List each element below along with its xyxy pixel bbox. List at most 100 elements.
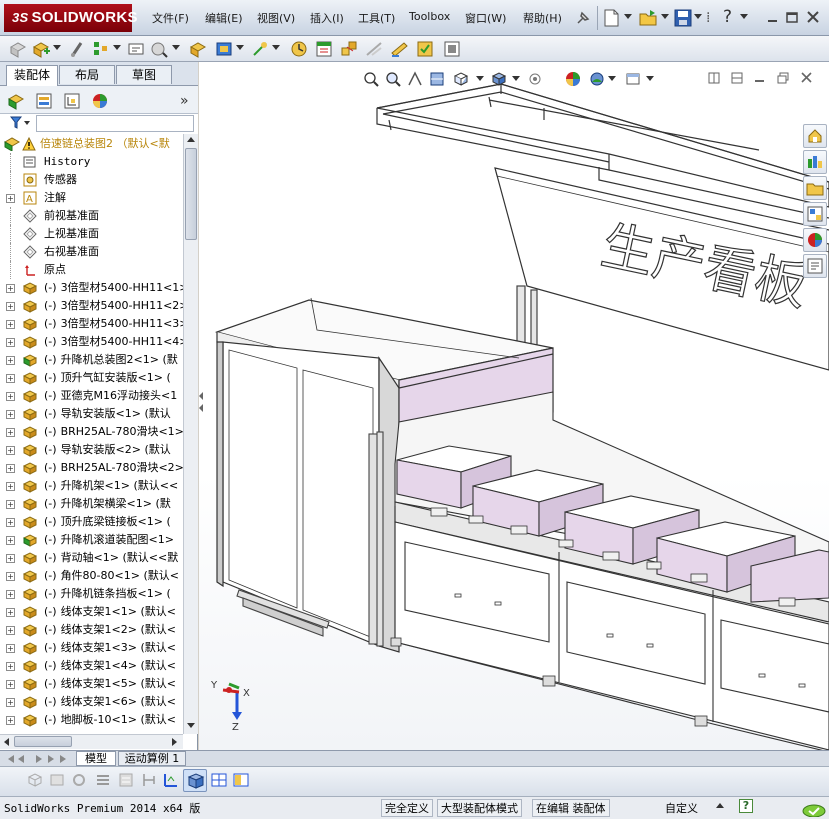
hide-show-items-icon[interactable] [526,70,544,88]
chevron-up-icon[interactable] [716,803,724,809]
doc-restore-icon[interactable] [776,71,790,85]
expand-toggle-icon[interactable]: + [6,320,15,329]
expand-toggle-icon[interactable]: + [6,428,15,437]
hscroll-thumb[interactable] [14,736,72,747]
options-dots-icon[interactable]: ⁞ [706,10,710,26]
tree-root-assembly[interactable]: 倍速链总装图2 （默认<默 [0,135,183,153]
tree-item[interactable]: + (-) 线体支架1<3> (默认< [0,639,183,657]
expand-toggle-icon[interactable]: + [6,500,15,509]
show-hidden-icon[interactable] [188,39,208,59]
shaded-edges-icon[interactable] [94,771,112,789]
new-document-icon[interactable] [601,8,623,28]
apply-scene-icon[interactable] [588,70,606,88]
solidworks-resources-tab[interactable] [803,124,827,148]
instant3d-icon[interactable] [389,39,409,59]
save-icon[interactable] [673,8,693,28]
shaded-icon[interactable] [117,771,135,789]
minimize-icon[interactable] [766,10,780,24]
status-units-dropdown[interactable]: 自定义 [665,800,698,816]
expand-toggle-icon[interactable]: + [6,356,15,365]
restore-icon[interactable] [785,10,799,24]
chevron-down-icon[interactable] [113,45,121,51]
expand-toggle-icon[interactable]: + [6,608,15,617]
wireframe-disabled-icon[interactable] [26,771,44,789]
doc-minimize-icon[interactable] [753,71,767,85]
zoom-to-area-icon[interactable] [384,70,402,88]
scroll-down-arrow-icon[interactable] [187,722,195,730]
chevron-down-icon[interactable] [608,76,616,82]
expand-toggle-icon[interactable]: + [6,374,15,383]
tree-item[interactable]: History [0,153,183,171]
display-manager-icon[interactable] [90,91,110,111]
smart-fasteners-icon[interactable] [126,39,146,59]
expand-toggle-icon[interactable]: + [6,446,15,455]
status-help-icon[interactable]: ? [739,799,753,813]
tree-item[interactable]: + (-) 3倍型材5400-HH11<4> [0,333,183,351]
chevron-down-icon[interactable] [53,45,61,51]
expand-toggle-icon[interactable]: + [6,680,15,689]
expand-panel-chevron[interactable]: » [180,93,189,109]
tab-model[interactable]: 模型 [76,751,116,766]
tree-item[interactable]: 前视基准面 [0,207,183,225]
tree-item[interactable]: + (-) 3倍型材5400-HH11<3> [0,315,183,333]
tree-item[interactable]: 上视基准面 [0,225,183,243]
solidworks-logo[interactable]: 3S SOLIDWORKS [4,4,138,32]
mate-icon[interactable] [67,39,87,59]
close-icon[interactable] [806,10,820,24]
chevron-down-icon[interactable] [272,45,280,51]
display-style-icon[interactable] [490,70,508,88]
tree-item[interactable]: + (-) 升降机滚道装配图<1> [0,531,183,549]
file-explorer-tab[interactable] [803,176,827,200]
chevron-down-icon[interactable] [661,14,669,20]
tree-vertical-scrollbar[interactable] [183,134,198,734]
tree-item[interactable]: + (-) 线体支架1<6> (默认< [0,693,183,711]
tree-item[interactable]: + (-) 顶升底梁链接板<1> ( [0,513,183,531]
tree-item[interactable]: + A 注解 [0,189,183,207]
chevron-down-icon[interactable] [740,14,748,20]
tree-item[interactable]: + (-) 升降机架横梁<1> (默 [0,495,183,513]
single-view-icon[interactable] [210,771,228,789]
doc-close-icon[interactable] [800,71,814,85]
expand-toggle-icon[interactable]: + [6,302,15,311]
expand-toggle-icon[interactable]: + [6,572,15,581]
hidden-lines-removed-icon[interactable] [70,771,88,789]
expand-toggle-icon[interactable]: + [6,644,15,653]
expand-toggle-icon[interactable]: + [6,590,15,599]
chevron-down-icon[interactable] [646,76,654,82]
two-view-icon[interactable] [232,771,250,789]
expand-toggle-icon[interactable]: + [6,194,15,203]
tree-item[interactable]: + (-) 升降机总装图2<1> (默 [0,351,183,369]
exploded-view-icon[interactable] [339,39,359,59]
tree-item[interactable]: + (-) BRH25AL-780滑块<1> [0,423,183,441]
tree-item[interactable]: + (-) 升降机链条挡板<1> ( [0,585,183,603]
zoom-to-fit-icon[interactable] [362,70,380,88]
tree-filter-input[interactable] [36,115,194,132]
tree-item[interactable]: + (-) BRH25AL-780滑块<2> [0,459,183,477]
menu-file[interactable]: 文件(F) [152,10,189,26]
expand-toggle-icon[interactable]: + [6,536,15,545]
tree-item[interactable]: + (-) 3倍型材5400-HH11<1> [0,279,183,297]
tree-item[interactable]: + (-) 导轨安装版<1> (默认 [0,405,183,423]
sketch-relations-icon[interactable] [162,771,180,789]
chevron-down-icon[interactable] [172,45,180,51]
tree-item[interactable]: + (-) 升降机架<1> (默认<< [0,477,183,495]
view-palette-tab[interactable] [803,202,827,226]
expand-toggle-icon[interactable]: + [6,554,15,563]
section-view-icon[interactable] [428,70,446,88]
scroll-thumb[interactable] [185,148,197,240]
pin-icon[interactable] [574,9,592,27]
menu-edit[interactable]: 编辑(E) [205,10,243,26]
menu-view[interactable]: 视图(V) [257,10,295,26]
expand-toggle-icon[interactable]: + [6,716,15,725]
menu-window[interactable]: 窗口(W) [465,10,506,26]
view-settings-icon[interactable] [624,70,642,88]
tab-navigation-arrows[interactable] [6,753,72,765]
scroll-left-arrow-icon[interactable] [3,738,11,746]
tree-horizontal-scrollbar[interactable] [0,734,183,749]
take-snapshot-icon[interactable] [442,39,462,59]
assembly-features-icon[interactable] [214,39,234,59]
design-library-tab[interactable] [803,150,827,174]
expand-toggle-icon[interactable]: + [6,338,15,347]
expand-toggle-icon[interactable]: + [6,518,15,527]
perspective-icon[interactable] [140,771,158,789]
